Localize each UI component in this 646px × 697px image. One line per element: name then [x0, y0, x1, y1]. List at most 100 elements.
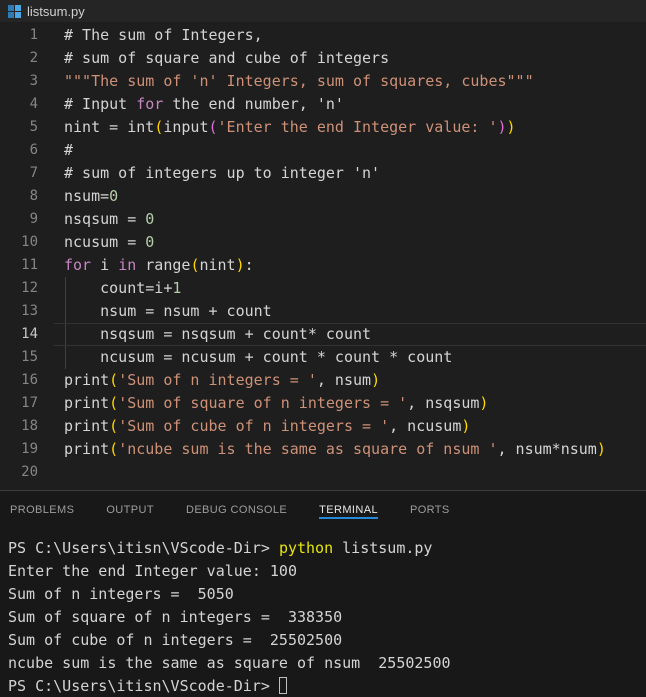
panel-tab-terminal[interactable]: TERMINAL — [319, 491, 378, 529]
code-line-6[interactable]: 6 # — [0, 139, 646, 162]
token: 0 — [145, 210, 155, 228]
line-number: 7 — [29, 165, 38, 181]
panel-tabs: PROBLEMS OUTPUT DEBUG CONSOLE TERMINAL PORTS — [0, 491, 646, 529]
code-line-5[interactable]: 5 nint = int(input('Enter the end Integer… — [0, 116, 646, 139]
terminal-line-1: PS C:\Users\itisn\VScode-Dir> python lis… — [8, 537, 646, 560]
code-line-11[interactable]: 11 for i in range(nint): — [0, 254, 646, 277]
code-text: nsqsum = 0 — [64, 208, 154, 231]
code-line-2[interactable]: 2 # sum of square and cube of integers — [0, 47, 646, 70]
code-text: """The sum of 'n' Integers, sum of squar… — [64, 70, 534, 93]
token: ( — [154, 118, 164, 136]
line-number: 8 — [29, 188, 38, 204]
tab-bar: listsum.py — [0, 0, 646, 22]
terminal-line-2: Enter the end Integer value: 100 — [8, 560, 646, 583]
terminal[interactable]: PS C:\Users\itisn\VScode-Dir> python lis… — [0, 529, 646, 697]
token: the end number, 'n' — [163, 95, 344, 113]
code-line-7[interactable]: 7 # sum of integers up to integer 'n' — [0, 162, 646, 185]
code-line-17[interactable]: 17 print('Sum of square of n integers = '… — [0, 392, 646, 415]
panel-tab-debug-console[interactable]: DEBUG CONSOLE — [186, 491, 287, 529]
code-line-15[interactable]: 15 ncusum = ncusum + count * count * cou… — [0, 346, 646, 369]
code-line-9[interactable]: 9 nsqsum = 0 — [0, 208, 646, 231]
token: ( — [208, 118, 218, 136]
code-text: ncusum = ncusum + count * count * count — [64, 346, 452, 369]
line-number: 17 — [21, 395, 38, 411]
panel-tab-output[interactable]: OUTPUT — [106, 491, 154, 529]
terminal-cursor — [278, 677, 287, 694]
vscode-window: listsum.py 1 # The sum of Integers, 2 # sum… — [0, 0, 646, 697]
line-number: 13 — [21, 303, 38, 319]
token: for — [136, 95, 164, 113]
code-line-20[interactable]: 20 — [0, 461, 646, 484]
line-number: 1 — [29, 27, 38, 43]
code-text: count=i+1 — [64, 277, 181, 300]
panel-tab-ports[interactable]: PORTS — [410, 491, 450, 529]
code-line-12[interactable]: 12 count=i+1 — [0, 277, 646, 300]
token: Enter the end Integer value: 100 — [8, 562, 297, 580]
token: ( — [109, 440, 119, 458]
token: nsqsum = nsqsum + count* count — [64, 325, 372, 343]
token: ncube sum is the same as square of nsum … — [8, 654, 451, 672]
token: """The sum of 'n' Integers, sum of squar… — [64, 72, 534, 90]
code-text: nsum=0 — [64, 185, 118, 208]
token: 'ncube sum is the same as square of nsum… — [118, 440, 498, 458]
token: , nsum*nsum — [497, 440, 597, 458]
line-number: 9 — [29, 211, 38, 227]
token: nint — [199, 256, 236, 274]
token: PS C:\Users\itisn\VScode-Dir> — [8, 677, 279, 695]
terminal-line-3: Sum of n integers = 5050 — [8, 583, 646, 606]
code-line-3[interactable]: 3 """The sum of 'n' Integers, sum of squa… — [0, 70, 646, 93]
tab-listsum-py[interactable]: listsum.py — [8, 0, 85, 22]
code-line-8[interactable]: 8 nsum=0 — [0, 185, 646, 208]
token: # Input — [64, 95, 137, 113]
code-text: print('Sum of square of n integers = ', … — [64, 392, 488, 415]
code-line-16[interactable]: 16 print('Sum of n integers = ', nsum) — [0, 369, 646, 392]
line-number: 10 — [21, 234, 38, 250]
line-number: 16 — [21, 372, 38, 388]
code-text: # sum of square and cube of integers — [64, 47, 389, 70]
line-number: 18 — [21, 418, 38, 434]
token: Sum of cube of n integers = 25502500 — [8, 631, 343, 649]
token: nsqsum = — [64, 210, 146, 228]
code-text: nsqsum = nsqsum + count* count — [64, 323, 371, 346]
code-text: print('Sum of cube of n integers = ', nc… — [64, 415, 470, 438]
token: ) — [506, 118, 516, 136]
token: # sum of integers up to integer 'n' — [64, 164, 381, 182]
code-line-10[interactable]: 10 ncusum = 0 — [0, 231, 646, 254]
code-text: # sum of integers up to integer 'n' — [64, 162, 380, 185]
token: ) — [461, 417, 471, 435]
token: listsum.py — [333, 539, 433, 557]
terminal-line-4: Sum of square of n integers = 338350 — [8, 606, 646, 629]
token: nsum= — [64, 187, 110, 205]
token: ( — [109, 417, 119, 435]
token: Sum of square of n integers = 338350 — [8, 608, 343, 626]
line-number: 4 — [29, 96, 38, 112]
token: PS C:\Users\itisn\VScode-Dir> — [8, 539, 279, 557]
terminal-line-6: ncube sum is the same as square of nsum … — [8, 652, 646, 675]
token: 1 — [172, 279, 182, 297]
line-number: 14 — [21, 326, 38, 342]
token: 'Sum of cube of n integers = ' — [118, 417, 390, 435]
token: ) — [479, 394, 489, 412]
token: python — [278, 539, 334, 557]
token: ) — [596, 440, 606, 458]
code-text: print('Sum of n integers = ', nsum) — [64, 369, 380, 392]
line-number: 2 — [29, 50, 38, 66]
code-line-1[interactable]: 1 # The sum of Integers, — [0, 24, 646, 47]
code-line-14[interactable]: 14 nsqsum = nsqsum + count* count — [0, 323, 646, 346]
terminal-line-7: PS C:\Users\itisn\VScode-Dir> — [8, 675, 646, 697]
code-line-4[interactable]: 4 # Input for the end number, 'n' — [0, 93, 646, 116]
code-line-18[interactable]: 18 print('Sum of cube of n integers = ', … — [0, 415, 646, 438]
code-text: # The sum of Integers, — [64, 24, 263, 47]
code-line-19[interactable]: 19 print('ncube sum is the same as square… — [0, 438, 646, 461]
editor[interactable]: 1 # The sum of Integers, 2 # sum of square … — [0, 22, 646, 489]
token: print — [64, 440, 110, 458]
code-line-13[interactable]: 13 nsum = nsum + count — [0, 300, 646, 323]
token: ( — [109, 394, 119, 412]
token: , nsum — [316, 371, 372, 389]
code-text: for i in range(nint): — [64, 254, 254, 277]
token: ) — [235, 256, 245, 274]
line-number: 5 — [29, 119, 38, 135]
token: ncusum = — [64, 233, 146, 251]
token: nsum = nsum + count — [64, 302, 272, 320]
panel-tab-problems[interactable]: PROBLEMS — [10, 491, 74, 529]
